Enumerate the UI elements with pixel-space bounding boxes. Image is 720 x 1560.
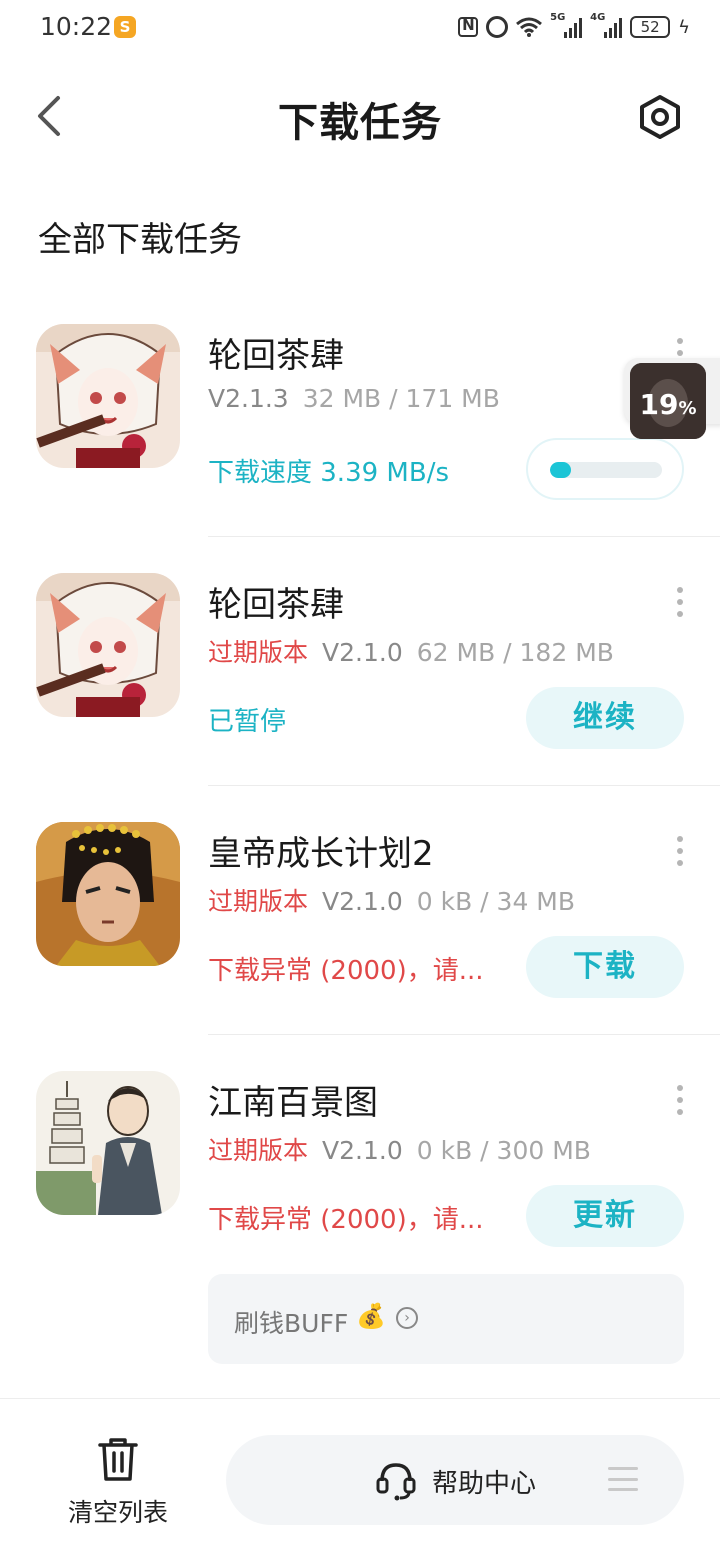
page-title: 下载任务 xyxy=(278,100,442,146)
expired-tag: 过期版本 xyxy=(208,887,309,916)
alarm-icon xyxy=(486,16,509,38)
floating-download-widget[interactable]: 19% xyxy=(624,358,720,439)
progress-bar xyxy=(550,462,662,478)
progress-fill xyxy=(550,462,572,478)
update-button[interactable]: 更新 xyxy=(526,1185,684,1247)
clear-list-label: 清空列表 xyxy=(67,1498,168,1527)
more-options-button[interactable] xyxy=(676,587,684,617)
help-center-button[interactable]: 帮助中心 xyxy=(226,1435,684,1525)
divider xyxy=(208,1034,720,1035)
clear-list-button[interactable]: 清空列表 xyxy=(58,1437,178,1527)
menu-icon xyxy=(608,1467,638,1491)
more-options-button[interactable] xyxy=(676,1085,684,1115)
chevron-right-circle-icon: › xyxy=(396,1307,418,1329)
download-speed: 下载速度 3.39 MB/s xyxy=(208,458,449,488)
help-center-label: 帮助中心 xyxy=(432,1469,537,1499)
status-bar: 10:22 S 5G 4G 52 ϟ xyxy=(0,0,720,56)
app-version: V2.1.0 xyxy=(322,638,403,667)
header: 下载任务 xyxy=(0,76,720,156)
app-version: V2.1.3 xyxy=(208,384,289,413)
task-status: 已暂停 xyxy=(208,707,287,737)
status-icons: 5G 4G 52 ϟ xyxy=(458,12,690,42)
app-name: 轮回茶肆 xyxy=(208,585,344,625)
floating-progress-percent: 19% xyxy=(639,388,697,421)
settings-button[interactable] xyxy=(638,94,682,140)
section-title: 全部下载任务 xyxy=(38,220,242,260)
headset-icon xyxy=(376,1463,416,1501)
money-bag-icon: 💰 xyxy=(356,1302,386,1330)
app-size: 32 MB / 171 MB xyxy=(302,384,500,413)
more-options-button[interactable] xyxy=(676,836,684,866)
app-meta: 过期版本 V2.1.0 62 MB / 182 MB xyxy=(208,633,614,669)
trash-icon xyxy=(98,1438,138,1481)
app-icon xyxy=(36,822,180,966)
app-name: 皇帝成长计划2 xyxy=(208,834,434,874)
buff-label: 刷钱BUFF xyxy=(234,1309,349,1338)
app-size: 62 MB / 182 MB xyxy=(416,638,614,667)
app-version: V2.1.0 xyxy=(322,1136,403,1165)
signal-4g-icon: 4G xyxy=(590,12,623,38)
battery-icon: 52 xyxy=(630,16,671,38)
buff-banner[interactable]: 刷钱BUFF 💰 › xyxy=(208,1274,684,1364)
bottom-bar: 清空列表 帮助中心 xyxy=(0,1398,720,1560)
status-time: 10:22 xyxy=(40,12,113,41)
wifi-icon xyxy=(516,17,543,37)
app-name: 江南百景图 xyxy=(208,1083,378,1123)
app-meta: 过期版本 V2.1.0 0 kB / 300 MB xyxy=(208,1131,591,1167)
app-icon xyxy=(36,1071,180,1215)
error-status: 下载异常 (2000)，请... xyxy=(208,956,484,986)
app-size: 0 kB / 300 MB xyxy=(416,1136,591,1165)
divider xyxy=(208,785,720,786)
app-icon xyxy=(36,573,180,717)
nfc-icon xyxy=(458,16,479,37)
error-status: 下载异常 (2000)，请... xyxy=(208,1205,484,1235)
signal-5g-icon: 5G xyxy=(550,12,583,38)
list-item[interactable]: 皇帝成长计划2 过期版本 V2.1.0 0 kB / 34 MB 下载异常 (200… xyxy=(0,822,720,1072)
app-notification-icon: S xyxy=(114,16,136,38)
continue-button[interactable]: 继续 xyxy=(526,687,684,749)
app-meta: V2.1.3 32 MB / 171 MB xyxy=(208,384,500,413)
expired-tag: 过期版本 xyxy=(208,638,309,667)
list-item[interactable]: 轮回茶肆 V2.1.3 32 MB / 171 MB 下载速度 3.39 MB/s xyxy=(0,324,720,574)
app-version: V2.1.0 xyxy=(322,887,403,916)
app-icon xyxy=(36,324,180,468)
app-name: 轮回茶肆 xyxy=(208,336,344,376)
divider xyxy=(208,536,720,537)
app-meta: 过期版本 V2.1.0 0 kB / 34 MB xyxy=(208,882,575,918)
list-item[interactable]: 轮回茶肆 过期版本 V2.1.0 62 MB / 182 MB 已暂停 继续 xyxy=(0,573,720,823)
progress-pause-button[interactable] xyxy=(526,438,684,500)
charging-icon: ϟ xyxy=(678,16,690,38)
download-button[interactable]: 下载 xyxy=(526,936,684,998)
app-size: 0 kB / 34 MB xyxy=(416,887,576,916)
settings-hexagon-icon xyxy=(640,95,680,139)
expired-tag: 过期版本 xyxy=(208,1136,309,1165)
